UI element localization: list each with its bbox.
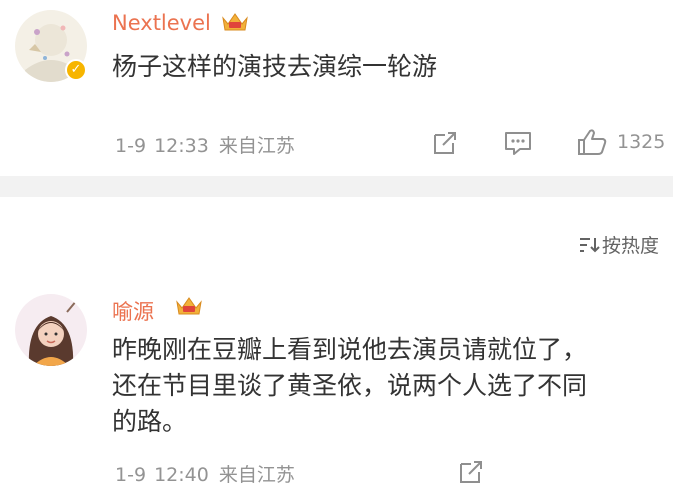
username[interactable]: Nextlevel [112, 11, 211, 35]
comment-meta: 1-9 12:40 来自江苏 [115, 460, 295, 487]
comment-icon[interactable] [503, 129, 533, 157]
crown-badge-icon [176, 297, 202, 315]
comment-location: 来自江苏 [218, 135, 295, 157]
comment-date: 1-9 [115, 135, 147, 157]
avatar[interactable] [15, 294, 87, 366]
comment-text-line: 的路。 [112, 407, 188, 436]
username[interactable]: 喻源 [112, 296, 154, 326]
comment-meta: 1-9 12:33 来自江苏 [115, 131, 295, 158]
comment-time: 12:40 [154, 464, 209, 486]
sort-button[interactable]: 按热度 [578, 231, 659, 258]
section-divider [0, 176, 673, 197]
like-count: 1325 [617, 131, 666, 153]
comment-item: ✓ Nextlevel 杨子这样的演技去演综一轮游 1-9 12:33 来自江苏… [0, 0, 673, 176]
comment-location: 来自江苏 [218, 464, 295, 486]
sort-icon [579, 238, 600, 253]
comment-time: 12:33 [154, 135, 209, 157]
comment-text-line: 杨子这样的演技去演综一轮游 [112, 52, 438, 81]
share-icon[interactable] [457, 458, 485, 486]
comment-date: 1-9 [115, 464, 147, 486]
comment-item: 喻源 昨晚刚在豆瓣上看到说他去演员请就位了， 还在节目里谈了黄圣依，说两个人选了… [0, 280, 673, 487]
crown-badge-icon [222, 13, 248, 31]
comment-text: 杨子这样的演技去演综一轮游 [112, 49, 437, 85]
share-icon[interactable] [431, 129, 459, 157]
comment-text-line: 还在节目里谈了黄圣依，说两个人选了不同 [112, 371, 588, 400]
comment-text-line: 昨晚刚在豆瓣上看到说他去演员请就位了， [112, 335, 588, 364]
comment-text: 昨晚刚在豆瓣上看到说他去演员请就位了， 还在节目里谈了黄圣依，说两个人选了不同 … [112, 332, 587, 440]
verified-badge-icon: ✓ [65, 59, 87, 81]
sort-label: 按热度 [601, 235, 659, 257]
like-icon[interactable] [576, 127, 608, 157]
